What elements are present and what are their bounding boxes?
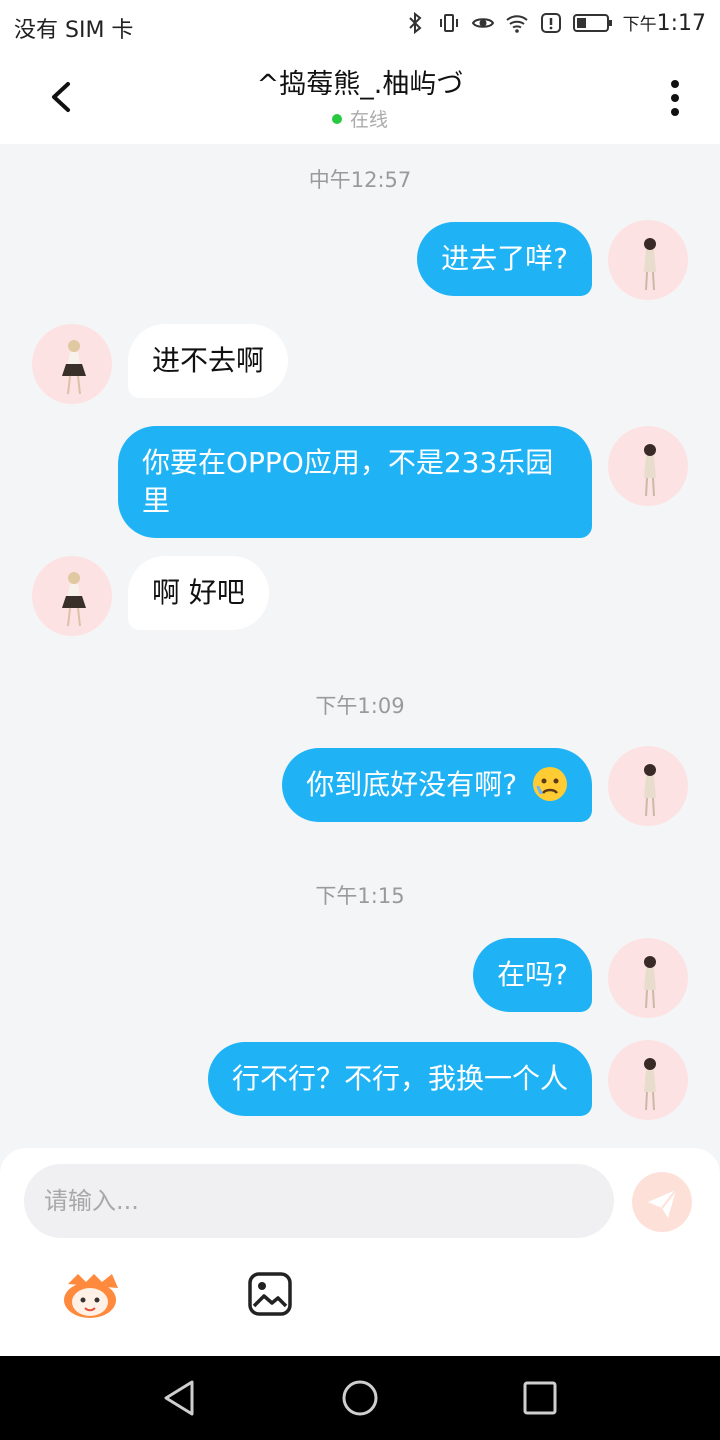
chat-header: ^捣莓熊_.柚屿づ 在线 xyxy=(0,50,720,144)
system-nav-bar xyxy=(0,1356,720,1440)
outgoing-message[interactable]: 你要在OPPO应用，不是233乐园里 xyxy=(118,426,592,538)
self-avatar[interactable] xyxy=(608,220,688,300)
contact-name: ^捣莓熊_.柚屿づ xyxy=(256,69,464,100)
image-picker-icon[interactable] xyxy=(246,1270,294,1318)
eye-icon xyxy=(471,18,494,28)
contact-avatar[interactable] xyxy=(32,324,112,404)
alert-icon xyxy=(540,13,561,33)
incoming-message[interactable]: 进不去啊 xyxy=(128,324,289,398)
vibrate-icon xyxy=(439,14,458,32)
contact-avatar[interactable] xyxy=(32,556,112,636)
nav-home-icon[interactable] xyxy=(340,1378,380,1418)
self-avatar[interactable] xyxy=(608,938,688,1018)
more-options-icon[interactable] xyxy=(660,76,690,120)
back-arrow-icon[interactable] xyxy=(40,72,86,122)
sad-face-emoji-icon xyxy=(533,767,567,801)
outgoing-message[interactable]: 在吗? xyxy=(473,938,592,1012)
input-panel xyxy=(0,1148,720,1356)
timestamp: 下午1:15 xyxy=(315,884,405,908)
self-avatar[interactable] xyxy=(608,1040,688,1120)
outgoing-message[interactable]: 行不行？不行，我换一个人 xyxy=(207,1042,592,1116)
status-time: 下午1:17 xyxy=(623,10,706,36)
sticker-mascot-icon[interactable] xyxy=(60,1270,120,1320)
status-bar: 没有 SIM 卡 下午1:17 xyxy=(0,0,720,50)
battery-icon xyxy=(572,14,612,32)
time-value: 1:17 xyxy=(656,11,706,36)
incoming-message[interactable]: 啊 好吧 xyxy=(128,556,269,630)
bluetooth-icon xyxy=(408,11,422,35)
timestamp: 中午12:57 xyxy=(308,168,412,192)
send-icon xyxy=(648,1189,677,1218)
nav-recents-icon[interactable] xyxy=(520,1378,560,1418)
presence-label: 在线 xyxy=(349,109,388,131)
self-avatar[interactable] xyxy=(608,746,688,826)
chat-area[interactable]: 中午12:57 进去了咩? 进不去啊 你要在OPPO应用，不是233乐园里 啊 … xyxy=(0,144,720,1148)
timestamp: 下午1:09 xyxy=(315,694,405,718)
presence-status: 在线 xyxy=(120,105,600,132)
online-dot-icon xyxy=(331,113,342,124)
outgoing-message[interactable]: 你到底好没有啊? xyxy=(282,748,592,822)
outgoing-message[interactable]: 进去了咩? xyxy=(417,222,592,296)
carrier-label: 没有 SIM 卡 xyxy=(14,18,134,43)
time-prefix: 下午 xyxy=(622,15,657,35)
message-input[interactable] xyxy=(24,1164,614,1238)
send-button[interactable] xyxy=(632,1172,692,1232)
title-block: ^捣莓熊_.柚屿づ 在线 xyxy=(120,62,600,132)
status-icons: 下午1:17 xyxy=(403,10,706,36)
nav-back-icon[interactable] xyxy=(160,1378,200,1418)
self-avatar[interactable] xyxy=(608,426,688,506)
message-text: 你到底好没有啊? xyxy=(306,768,518,801)
wifi-icon xyxy=(505,15,528,33)
